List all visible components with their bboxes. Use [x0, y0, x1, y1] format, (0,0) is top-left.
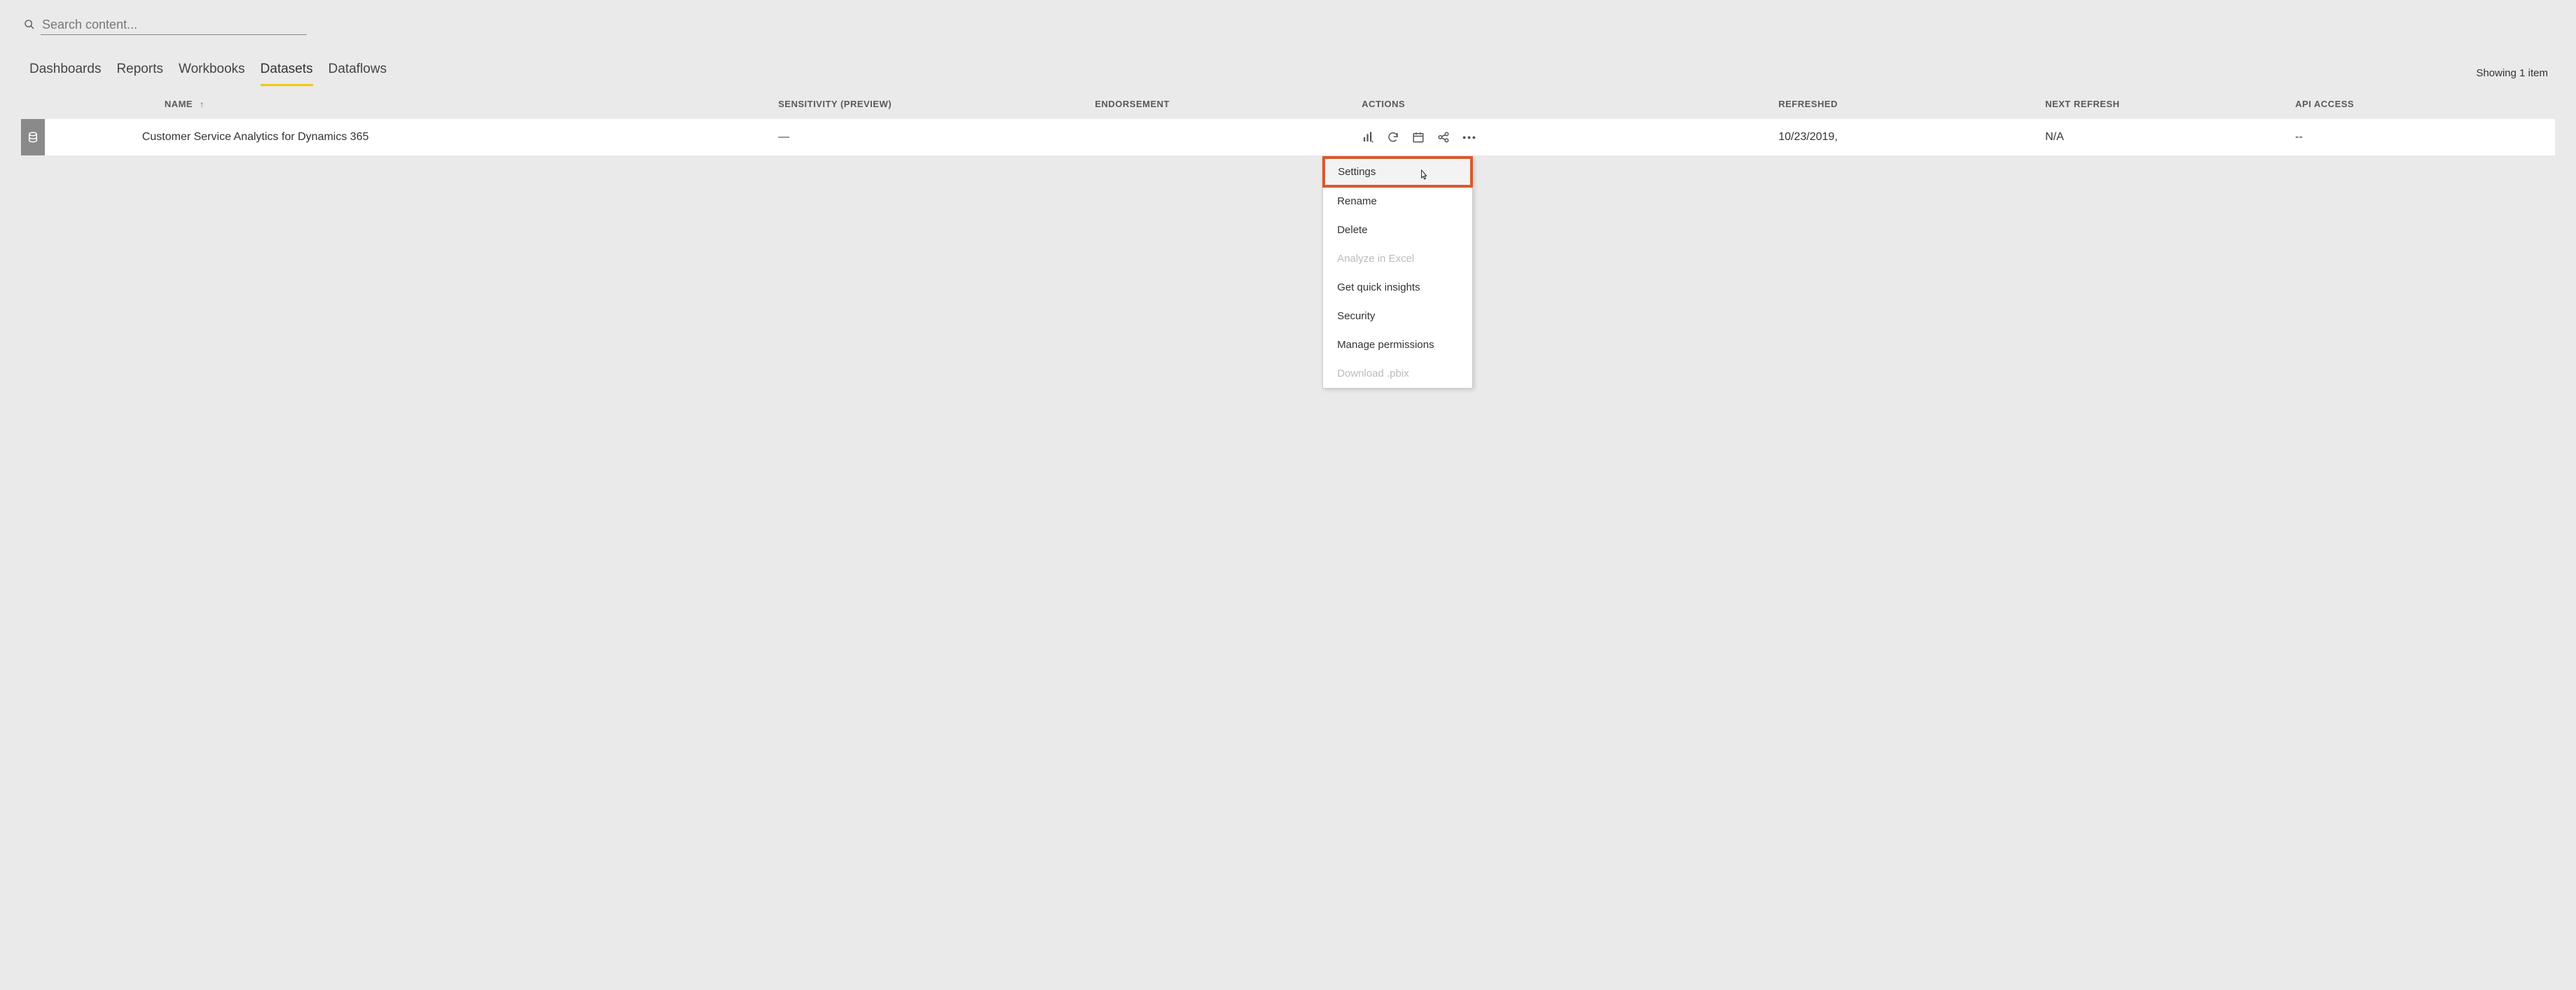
row-name-cell: Customer Service Analytics for Dynamics … — [121, 119, 771, 155]
item-count: Showing 1 item — [2476, 67, 2548, 86]
tab-reports[interactable]: Reports — [116, 62, 163, 86]
col-header-refreshed[interactable]: REFRESHED — [1771, 86, 2038, 119]
sort-ascending-icon: ↑ — [200, 99, 205, 109]
row-next-refresh: N/A — [2038, 119, 2288, 155]
tabs: Dashboards Reports Workbooks Datasets Da… — [0, 42, 410, 86]
col-header-next-refresh[interactable]: NEXT REFRESH — [2038, 86, 2288, 119]
menu-item-analyze-excel: Analyze in Excel — [1323, 244, 1472, 273]
tabs-row: Dashboards Reports Workbooks Datasets Da… — [0, 42, 2576, 86]
row-actions-cell: + ••• S — [1355, 119, 1771, 155]
col-header-endorsement[interactable]: ENDORSEMENT — [1088, 86, 1355, 119]
schedule-refresh-icon[interactable] — [1412, 131, 1425, 144]
row-refreshed: 10/23/2019, — [1771, 119, 2038, 155]
menu-item-security[interactable]: Security — [1323, 302, 1472, 330]
search-icon — [24, 19, 35, 32]
tab-dataflows[interactable]: Dataflows — [328, 62, 387, 86]
create-report-icon[interactable]: + — [1362, 131, 1374, 144]
col-header-api-access[interactable]: API ACCESS — [2288, 86, 2555, 119]
col-header-icon — [21, 86, 121, 119]
menu-item-download-pbix: Download .pbix — [1323, 359, 1472, 388]
view-related-icon[interactable] — [1437, 131, 1450, 144]
table-header-row: NAME ↑ SENSITIVITY (preview) ENDORSEMENT… — [21, 86, 2555, 119]
dataset-icon — [21, 119, 45, 155]
workspace-content-list: Dashboards Reports Workbooks Datasets Da… — [0, 0, 2576, 155]
tab-datasets[interactable]: Datasets — [261, 62, 313, 86]
content-table: NAME ↑ SENSITIVITY (preview) ENDORSEMENT… — [21, 86, 2555, 155]
menu-item-rename[interactable]: Rename — [1323, 187, 1472, 216]
search-input[interactable] — [41, 15, 307, 35]
cursor-icon — [1418, 169, 1428, 183]
menu-item-delete[interactable]: Delete — [1323, 216, 1472, 244]
row-type-icon-cell — [21, 119, 121, 155]
col-header-name[interactable]: NAME ↑ — [121, 86, 771, 119]
row-endorsement — [1088, 119, 1355, 155]
row-sensitivity: — — [771, 119, 1088, 155]
more-options-icon[interactable]: ••• — [1462, 132, 1477, 142]
col-header-sensitivity[interactable]: SENSITIVITY (preview) — [771, 86, 1088, 119]
dataset-name-link[interactable]: Customer Service Analytics for Dynamics … — [142, 131, 369, 143]
svg-text:+: + — [1371, 138, 1375, 144]
menu-item-label: Settings — [1338, 166, 1376, 178]
menu-item-manage-permissions[interactable]: Manage permissions — [1323, 330, 1472, 359]
search-area — [0, 0, 2576, 42]
menu-item-quick-insights[interactable]: Get quick insights — [1323, 273, 1472, 302]
menu-item-settings[interactable]: Settings — [1322, 156, 1473, 188]
more-options-menu: Settings Rename Delete Analyze in Excel — [1322, 156, 1473, 389]
col-header-actions: ACTIONS — [1355, 86, 1771, 119]
tab-dashboards[interactable]: Dashboards — [29, 62, 101, 86]
table-row[interactable]: Customer Service Analytics for Dynamics … — [21, 119, 2555, 155]
col-header-name-label: NAME — [165, 99, 193, 109]
refresh-now-icon[interactable] — [1387, 131, 1399, 144]
tab-workbooks[interactable]: Workbooks — [179, 62, 245, 86]
row-api-access: -- — [2288, 119, 2555, 155]
